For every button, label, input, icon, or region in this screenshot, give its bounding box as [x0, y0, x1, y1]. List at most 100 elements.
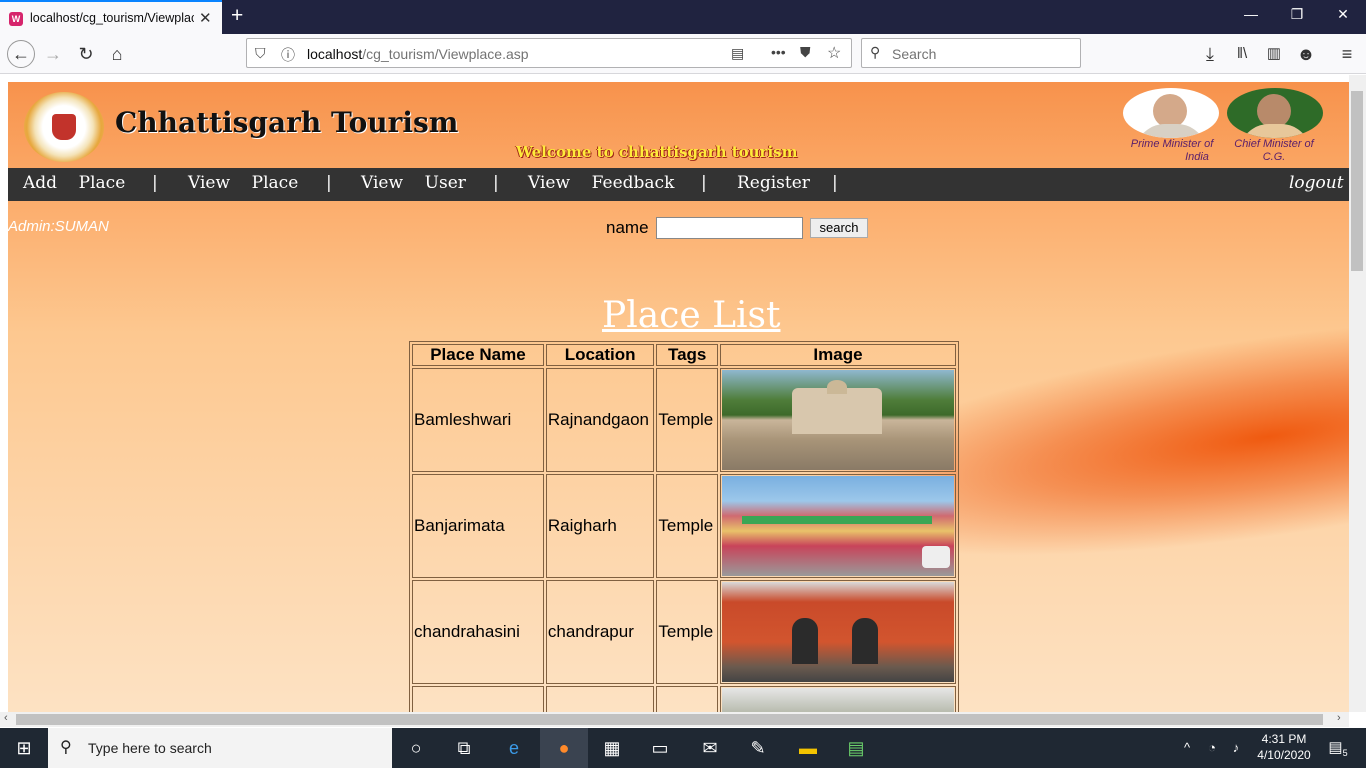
mail-icon[interactable]: ✉ — [686, 728, 734, 768]
new-tab-icon[interactable]: + — [231, 4, 243, 28]
minimize-icon[interactable]: — — [1228, 6, 1274, 22]
terminal-icon[interactable]: ▭ — [636, 728, 684, 768]
menu-logout[interactable]: logout — [1289, 173, 1344, 193]
forward-icon[interactable]: → — [40, 42, 66, 66]
search-icon: ⚲ — [60, 739, 72, 756]
main-menu: Add Place | View Place | View User | Vie… — [8, 168, 1349, 201]
cortana-icon[interactable]: ○ — [392, 728, 440, 768]
pm-caption: Prime Minister of India — [1120, 138, 1224, 164]
vertical-scroll-thumb[interactable] — [1351, 91, 1363, 271]
site-header: Chhattisgarh Tourism Welcome to chhattis… — [8, 82, 1349, 168]
paint-icon[interactable]: ✎ — [734, 728, 782, 768]
account-icon[interactable]: ☻ — [1293, 42, 1319, 66]
menu-feedback-label: Feedback — [591, 173, 675, 193]
name-label: name — [606, 218, 649, 237]
cell-place-name: chandrahasini — [412, 580, 544, 684]
scroll-left-icon[interactable]: ‹ — [4, 712, 8, 724]
library-icon[interactable]: ‖\ — [1229, 42, 1255, 66]
edge-icon[interactable]: e — [490, 728, 538, 768]
menu-view-label: View — [528, 173, 571, 193]
menu-view-label: View — [361, 173, 404, 193]
place-image — [722, 476, 954, 576]
cell-image — [720, 580, 956, 684]
menu-view-place[interactable]: View Place — [188, 173, 298, 193]
firefox-icon[interactable]: ● — [540, 728, 588, 768]
state-emblem-logo — [24, 92, 104, 162]
pocket-icon[interactable]: ⛊ — [800, 44, 811, 61]
reload-icon[interactable]: ↻ — [73, 42, 99, 66]
network-icon[interactable]: ◔ — [1200, 728, 1224, 768]
menu-icon[interactable]: ≡ — [1334, 42, 1360, 66]
menu-separator: | — [326, 173, 332, 193]
back-icon[interactable]: ← — [7, 40, 35, 68]
cell-place-name: Bamleshwari — [412, 368, 544, 472]
cm-caption-line1: Chief Minister of — [1234, 138, 1314, 150]
cm-caption-line2: C.G. — [1262, 151, 1286, 163]
table-row: Bamleshwari Rajnandgaon Temple — [412, 368, 956, 472]
pm-caption-line2: India — [1185, 151, 1209, 163]
menu-view-feedback[interactable]: View Feedback — [528, 173, 674, 193]
tab-favicon-icon: W — [9, 12, 23, 26]
menu-add-place[interactable]: Add Place — [23, 173, 125, 193]
bookmark-star-icon[interactable]: ☆ — [827, 43, 841, 63]
cell-location: Raigharh — [545, 474, 655, 578]
url-bar[interactable]: ⛉ ⓘ localhost/cg_tourism/Viewplace.asp ▤… — [246, 38, 852, 68]
cell-tag: Temple — [656, 474, 718, 578]
url-path: /cg_tourism/Viewplace.asp — [362, 46, 529, 62]
volume-icon[interactable]: ♪ — [1224, 728, 1248, 768]
page-body: Chhattisgarh Tourism Welcome to chhattis… — [8, 82, 1349, 712]
menu-user-label: User — [424, 173, 466, 193]
page-actions-icon[interactable]: ••• — [771, 44, 786, 60]
cm-photo — [1227, 88, 1323, 138]
browser-search-box[interactable]: ⚲ Search — [861, 38, 1081, 68]
cell-tag: Temple — [656, 368, 718, 472]
search-placeholder: Search — [892, 46, 937, 62]
close-window-icon[interactable]: ✕ — [1320, 6, 1366, 23]
menu-separator: | — [701, 173, 707, 193]
clock-date: 4/10/2020 — [1257, 748, 1311, 762]
tab-bar: W localhost/cg_tourism/Viewplac ✕ + — ❐ … — [0, 0, 1366, 34]
place-image — [722, 688, 954, 712]
store-icon[interactable]: ▦ — [588, 728, 636, 768]
table-header-row: Place Name Location Tags Image — [412, 344, 956, 366]
horizontal-scroll-thumb[interactable] — [16, 714, 1323, 725]
menu-view-user[interactable]: View User — [361, 173, 466, 193]
downloads-icon[interactable]: ⤓ — [1197, 42, 1223, 66]
browser-tab[interactable]: W localhost/cg_tourism/Viewplac ✕ — [0, 0, 222, 34]
place-table: Place Name Location Tags Image Bamleshwa… — [409, 341, 959, 712]
reader-view-icon[interactable]: ▤ — [731, 45, 744, 62]
menu-add-label: Add — [23, 173, 58, 193]
shield-icon[interactable]: ⛉ — [255, 45, 266, 62]
cell-image — [720, 474, 956, 578]
notifications-icon[interactable]: ▤5 — [1318, 728, 1358, 768]
clock-time: 4:31 PM — [1261, 732, 1307, 746]
menu-register[interactable]: Register — [737, 173, 810, 193]
windows-start-icon[interactable]: ⊞ — [0, 728, 48, 768]
taskbar-clock[interactable]: 4:31 PM 4/10/2020 — [1255, 731, 1313, 763]
close-tab-icon[interactable]: ✕ — [199, 9, 212, 27]
cell-location — [545, 686, 655, 712]
place-image — [722, 582, 954, 682]
name-search-input[interactable] — [656, 217, 803, 239]
vertical-scrollbar[interactable] — [1349, 75, 1366, 712]
show-hidden-icons-icon[interactable]: ^ — [1175, 728, 1199, 768]
restore-icon[interactable]: ❐ — [1274, 6, 1320, 23]
file-explorer-icon[interactable]: ▬ — [784, 728, 832, 768]
task-view-icon[interactable]: ⧉ — [440, 728, 488, 768]
sidebar-icon[interactable]: ▥ — [1261, 42, 1287, 66]
cell-location: chandrapur — [545, 580, 655, 684]
pm-caption-line1: Prime Minister of — [1130, 138, 1214, 150]
pm-photo — [1123, 88, 1219, 138]
info-icon[interactable]: ⓘ — [281, 45, 295, 65]
search-button[interactable]: search — [810, 218, 868, 238]
windows-taskbar: ⊞ ⚲ Type here to search ○ ⧉ e ● ▦ ▭ ✉ ✎ … — [0, 728, 1366, 768]
site-title: Chhattisgarh Tourism — [115, 106, 459, 139]
horizontal-scrollbar[interactable]: ‹ › — [0, 712, 1349, 727]
page-title: Place List — [602, 295, 781, 336]
menu-separator: | — [832, 173, 838, 193]
home-icon[interactable]: ⌂ — [104, 42, 130, 66]
taskbar-search[interactable]: ⚲ Type here to search — [48, 728, 392, 768]
notepad-icon[interactable]: ▤ — [832, 728, 880, 768]
scroll-right-icon[interactable]: › — [1337, 712, 1341, 724]
menu-separator: | — [152, 173, 158, 193]
